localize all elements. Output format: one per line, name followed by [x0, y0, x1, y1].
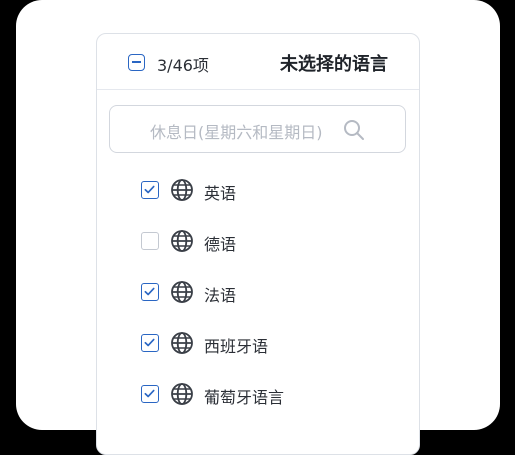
checkbox-checked[interactable] [141, 334, 159, 352]
list-item[interactable]: 西班牙语 [97, 324, 419, 364]
checkbox-checked[interactable] [141, 385, 159, 403]
language-label: 西班牙语 [204, 337, 269, 356]
language-label: 法语 [204, 286, 237, 305]
checkbox-checked[interactable] [141, 181, 159, 199]
language-label: 德语 [204, 235, 237, 254]
list-item[interactable]: 英语 [97, 171, 419, 211]
checkbox-checked[interactable] [141, 283, 159, 301]
list-item[interactable]: 法语 [97, 273, 419, 313]
globe-icon [170, 229, 194, 253]
checkbox-unchecked[interactable] [141, 232, 159, 250]
language-label: 英语 [204, 184, 237, 203]
globe-icon [170, 382, 194, 406]
globe-icon [170, 280, 194, 304]
search-input[interactable]: 休息日(星期六和星期日) [109, 105, 406, 153]
panel-header: 3/46项 未选择的语言 [97, 34, 419, 90]
panel-title: 未选择的语言 [280, 54, 388, 75]
language-label: 葡萄牙语言 [204, 388, 285, 407]
globe-icon [170, 178, 194, 202]
search-placeholder: 休息日(星期六和星期日) [150, 123, 323, 142]
globe-icon [170, 331, 194, 355]
select-all-checkbox[interactable] [128, 54, 145, 71]
selection-count: 3/46项 [157, 56, 209, 75]
transfer-list-panel: 3/46项 未选择的语言 休息日(星期六和星期日) 英语德语法语西班牙语葡萄牙语… [96, 33, 420, 455]
list-item[interactable]: 德语 [97, 222, 419, 262]
search-icon[interactable] [343, 119, 365, 141]
list-item[interactable]: 葡萄牙语言 [97, 375, 419, 415]
